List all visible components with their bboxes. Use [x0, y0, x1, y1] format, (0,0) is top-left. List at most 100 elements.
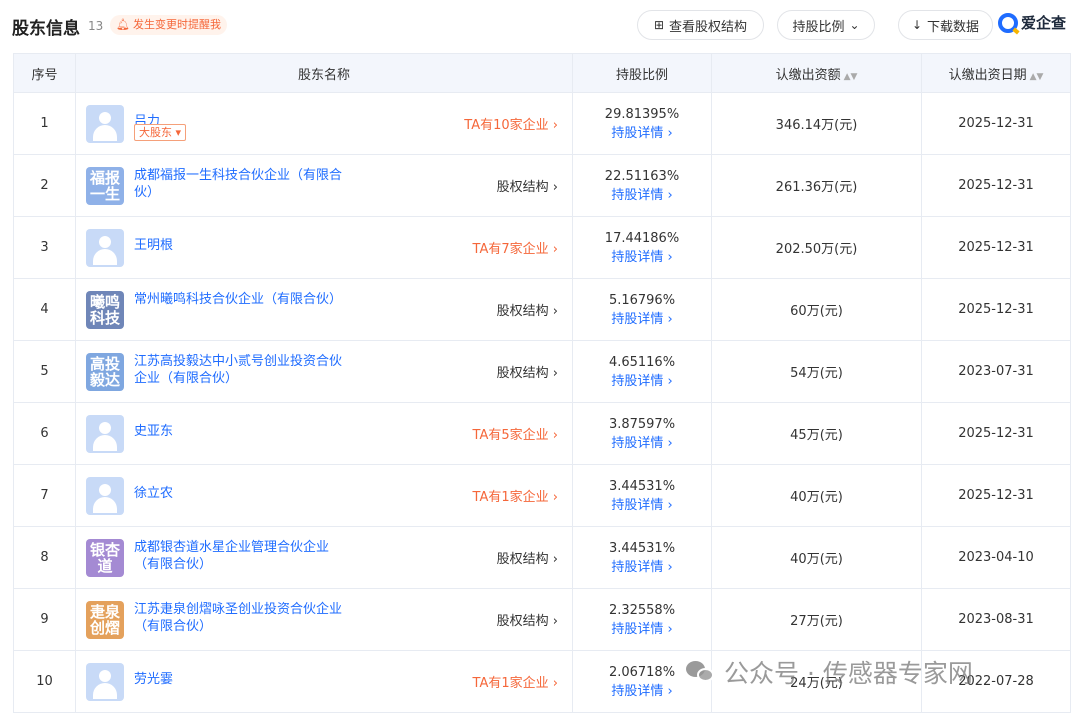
major-shareholder-badge[interactable]: 大股东 ▾	[134, 124, 187, 141]
table-row: 2 福报一生 成都福报一生科技合伙企业（有限合伙） 股权结构 › 22.5116…	[13, 154, 1071, 217]
person-avatar-icon	[86, 229, 124, 267]
ratio-value: 5.16796%	[608, 292, 676, 308]
shareholder-name-link[interactable]: 江苏高投毅达中小贰号创业投资合伙企业（有限合伙）	[134, 353, 344, 387]
subscribed-date: 2023-08-31	[921, 588, 1071, 651]
view-equity-structure-button[interactable]: ⊞ 查看股权结构	[637, 10, 764, 40]
header-subscribed-amount[interactable]: 认缴出资额 ▲▼	[711, 53, 922, 93]
subscribed-date: 2023-07-31	[921, 340, 1071, 403]
row-index: 10	[13, 650, 76, 713]
holding-detail-link[interactable]: 持股详情 ›	[573, 248, 711, 267]
ratio-sort-dropdown[interactable]: 持股比例 ⌄	[777, 10, 875, 40]
section-title: 股东信息	[12, 19, 80, 39]
sort-icon: ▲▼	[1029, 71, 1044, 82]
shareholder-name-cell: 王明根 TA有7家企业 ›	[75, 216, 573, 279]
change-reminder-label: 发生变更时提醒我	[132, 18, 221, 31]
shareholder-name-cell: 徐立农 TA有1家企业 ›	[75, 464, 573, 527]
subscribed-amount: 346.14万(元)	[711, 92, 922, 155]
ratio-cell: 17.44186% 持股详情 ›	[572, 216, 712, 279]
row-index: 1	[13, 92, 76, 155]
shareholder-name-cell: 吕力 大股东 ▾ TA有10家企业 ›	[75, 92, 573, 155]
equity-structure-link[interactable]: 股权结构 ›	[497, 300, 558, 319]
equity-structure-link[interactable]: 股权结构 ›	[497, 176, 558, 195]
table-row: 10 劳光霎 TA有1家企业 › 2.06718% 持股详情 › 24万(元) …	[13, 650, 1071, 713]
shareholder-name-cell: 史亚东 TA有5家企业 ›	[75, 402, 573, 465]
row-index: 9	[13, 588, 76, 651]
shareholder-name-link[interactable]: 徐立农	[134, 485, 344, 502]
ratio-value: 17.44186%	[604, 230, 680, 246]
chevron-down-icon: ⌄	[849, 18, 860, 32]
ratio-cell: 2.32558% 持股详情 ›	[572, 588, 712, 651]
row-index: 3	[13, 216, 76, 279]
person-avatar-icon	[86, 477, 124, 515]
related-companies-link[interactable]: TA有7家企业 ›	[473, 238, 558, 257]
shareholder-name-link[interactable]: 劳光霎	[134, 671, 344, 688]
company-avatar: 福报一生	[86, 167, 124, 205]
shareholder-name-link[interactable]: 史亚东	[134, 423, 344, 440]
ratio-cell: 5.16796% 持股详情 ›	[572, 278, 712, 341]
shareholder-name-link[interactable]: 王明根	[134, 237, 344, 254]
structure-icon: ⊞	[653, 18, 665, 32]
change-reminder-button[interactable]: 🔔︎ 发生变更时提醒我	[110, 15, 227, 35]
equity-structure-link[interactable]: 股权结构 ›	[497, 548, 558, 567]
related-companies-link[interactable]: TA有5家企业 ›	[473, 424, 558, 443]
row-index: 2	[13, 154, 76, 217]
ratio-value: 3.44531%	[608, 478, 676, 494]
holding-detail-link[interactable]: 持股详情 ›	[573, 372, 711, 391]
related-companies-link[interactable]: TA有10家企业 ›	[464, 114, 558, 133]
company-avatar: 曦鸣科技	[86, 291, 124, 329]
shareholder-name-link[interactable]: 成都银杏道水星企业管理合伙企业（有限合伙）	[134, 539, 344, 573]
related-companies-link[interactable]: TA有1家企业 ›	[473, 672, 558, 691]
person-avatar-icon	[86, 105, 124, 143]
view-equity-structure-label: 查看股权结构	[669, 19, 748, 35]
holding-detail-link[interactable]: 持股详情 ›	[573, 310, 711, 329]
shareholder-name-cell: 银杏道 成都银杏道水星企业管理合伙企业（有限合伙） 股权结构 ›	[75, 526, 573, 589]
holding-detail-link[interactable]: 持股详情 ›	[573, 496, 711, 515]
table-row: 8 银杏道 成都银杏道水星企业管理合伙企业（有限合伙） 股权结构 › 3.445…	[13, 526, 1071, 589]
header-subscribed-date[interactable]: 认缴出资日期 ▲▼	[921, 53, 1071, 93]
subscribed-amount: 261.36万(元)	[711, 154, 922, 217]
shareholder-name-link[interactable]: 常州曦鸣科技合伙企业（有限合伙）	[134, 291, 344, 308]
ratio-value: 3.87597%	[608, 416, 676, 432]
table-row: 7 徐立农 TA有1家企业 › 3.44531% 持股详情 › 40万(元) 2…	[13, 464, 1071, 527]
download-data-label: 下载数据	[927, 19, 980, 35]
holding-detail-link[interactable]: 持股详情 ›	[573, 558, 711, 577]
subscribed-amount: 45万(元)	[711, 402, 922, 465]
logo-text: 爱企查	[1021, 14, 1067, 32]
subscribed-date: 2022-07-28	[921, 650, 1071, 713]
person-avatar-icon	[86, 415, 124, 453]
equity-structure-link[interactable]: 股权结构 ›	[497, 610, 558, 629]
holding-detail-link[interactable]: 持股详情 ›	[573, 434, 711, 453]
table-header-row: 序号 股东名称 持股比例 认缴出资额 ▲▼ 认缴出资日期 ▲▼	[13, 53, 1071, 93]
shareholder-name-link[interactable]: 江苏疌泉创熠咏圣创业投资合伙企业（有限合伙）	[134, 601, 344, 635]
row-index: 4	[13, 278, 76, 341]
shareholder-name-cell: 高投毅达 江苏高投毅达中小贰号创业投资合伙企业（有限合伙） 股权结构 ›	[75, 340, 573, 403]
ratio-cell: 3.87597% 持股详情 ›	[572, 402, 712, 465]
subscribed-amount: 24万(元)	[711, 650, 922, 713]
shareholder-name-cell: 疌泉创熠 江苏疌泉创熠咏圣创业投资合伙企业（有限合伙） 股权结构 ›	[75, 588, 573, 651]
holding-detail-link[interactable]: 持股详情 ›	[573, 682, 711, 701]
subscribed-date: 2025-12-31	[921, 464, 1071, 527]
ratio-cell: 3.44531% 持股详情 ›	[572, 526, 712, 589]
ratio-value: 22.51163%	[604, 168, 680, 184]
header-shareholder-name: 股东名称	[75, 53, 573, 93]
ratio-value: 2.06718%	[608, 664, 676, 680]
header-ratio: 持股比例	[572, 53, 712, 93]
row-index: 6	[13, 402, 76, 465]
equity-structure-link[interactable]: 股权结构 ›	[497, 362, 558, 381]
related-companies-link[interactable]: TA有1家企业 ›	[473, 486, 558, 505]
download-data-button[interactable]: ↓ 下载数据	[898, 10, 993, 40]
ratio-cell: 2.06718% 持股详情 ›	[572, 650, 712, 713]
aiqicha-logo: 爱企查	[998, 12, 1066, 33]
ratio-value: 2.32558%	[608, 602, 676, 618]
header-subscribed-date-label: 认缴出资日期	[948, 67, 1027, 83]
holding-detail-link[interactable]: 持股详情 ›	[573, 186, 711, 205]
ratio-value: 3.44531%	[608, 540, 676, 556]
shareholder-count: 13	[88, 19, 104, 33]
section-header: 股东信息 13 🔔︎ 发生变更时提醒我 ⊞ 查看股权结构 持股比例 ⌄ ↓ 下载…	[0, 0, 1080, 52]
table-row: 5 高投毅达 江苏高投毅达中小贰号创业投资合伙企业（有限合伙） 股权结构 › 4…	[13, 340, 1071, 403]
holding-detail-link[interactable]: 持股详情 ›	[573, 124, 711, 143]
shareholder-table: 序号 股东名称 持股比例 认缴出资额 ▲▼ 认缴出资日期 ▲▼ 1 吕力 大股东 ▾…	[13, 53, 1071, 713]
shareholder-name-link[interactable]: 成都福报一生科技合伙企业（有限合伙）	[134, 167, 344, 201]
holding-detail-link[interactable]: 持股详情 ›	[573, 620, 711, 639]
subscribed-date: 2023-04-10	[921, 526, 1071, 589]
